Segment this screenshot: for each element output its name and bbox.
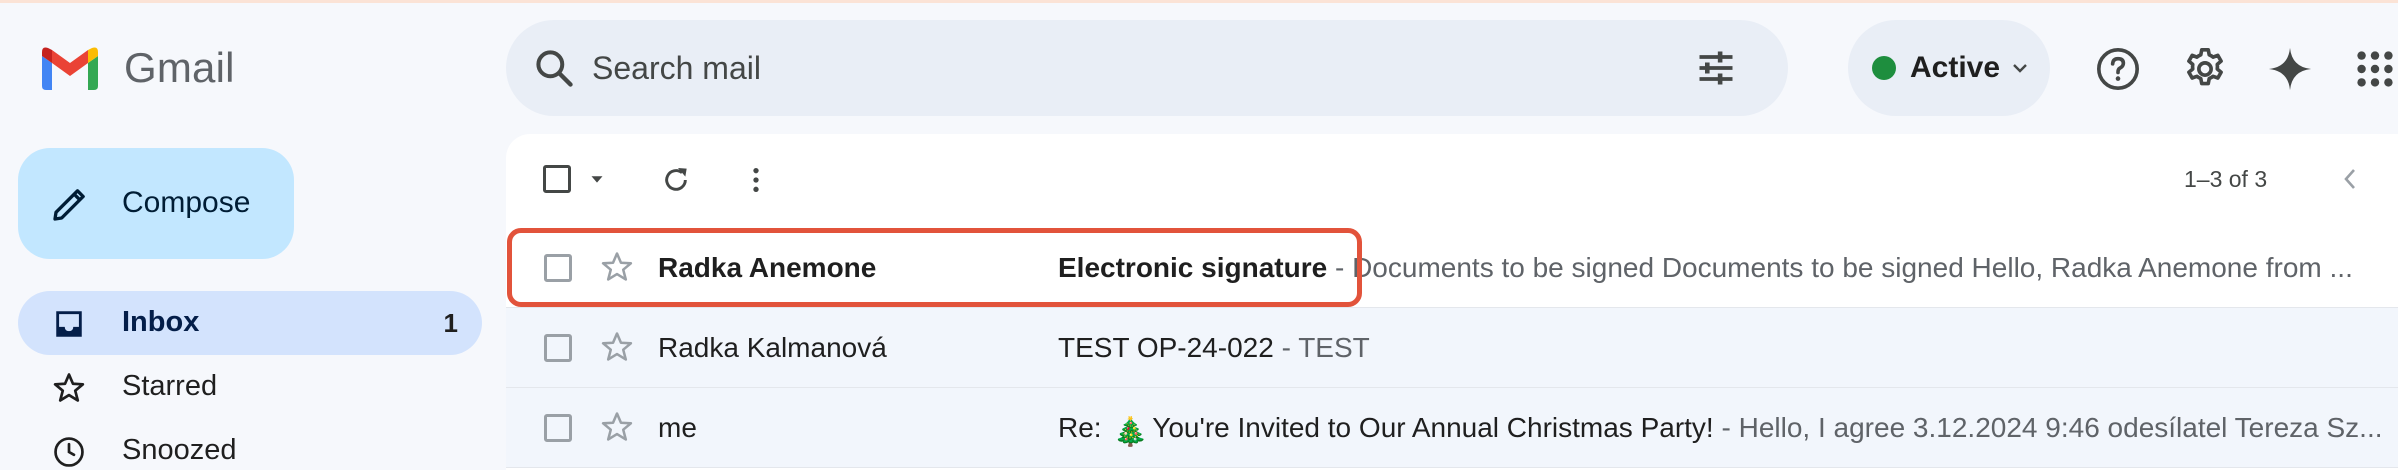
status-selector[interactable]: Active <box>1848 20 2050 116</box>
email-row[interactable]: me Re: 🎄 You're Invited to Our Annual Chr… <box>506 388 2398 468</box>
pencil-icon <box>53 189 85 221</box>
clock-icon <box>54 437 84 467</box>
star-icon[interactable] <box>600 330 634 364</box>
row-checkbox[interactable] <box>544 414 572 442</box>
status-label: Active <box>1910 51 2001 84</box>
star-icon <box>53 373 85 402</box>
email-snippet: Hello, I agree 3.12.2024 9:46 odesílatel… <box>1738 412 2383 443</box>
sidebar-item-label: Starred <box>122 370 218 402</box>
sidebar-item-label: Inbox <box>122 306 200 338</box>
apps-button[interactable] <box>2352 46 2398 92</box>
gemini-button[interactable] <box>2267 46 2313 92</box>
select-all-checkbox[interactable] <box>542 164 572 194</box>
email-subject: You're Invited to Our Annual Christmas P… <box>1152 412 1714 443</box>
unread-count-badge: 1 <box>443 308 458 338</box>
caret-down-icon <box>591 176 603 183</box>
sidebar-item-starred[interactable]: Starred <box>18 355 482 419</box>
sidebar-item-snoozed[interactable]: Snoozed <box>18 419 482 470</box>
email-content: Electronic signature - Documents to be s… <box>1058 252 2388 284</box>
inbox-icon <box>56 311 82 337</box>
gmail-m-icon <box>42 47 98 90</box>
gmail-logo[interactable]: Gmail <box>38 42 235 94</box>
email-sender: me <box>658 412 697 443</box>
select-dropdown-button[interactable] <box>584 166 610 192</box>
email-snippet: TEST <box>1298 332 1370 363</box>
search-options-icon[interactable] <box>1694 46 1738 90</box>
star-icon[interactable] <box>600 250 634 284</box>
email-snippet: Documents to be signed Documents to be s… <box>1352 252 2353 283</box>
star-icon[interactable] <box>600 410 634 444</box>
apps-icon <box>2357 51 2393 87</box>
sidebar-item-label: Snoozed <box>122 434 237 466</box>
gemini-icon <box>2268 47 2312 91</box>
email-content: Re: 🎄 You're Invited to Our Annual Christ… <box>1058 412 2388 448</box>
help-icon <box>2097 48 2139 90</box>
settings-icon <box>2187 48 2223 86</box>
email-separator: - <box>1273 332 1299 363</box>
search-icon[interactable] <box>532 46 576 90</box>
email-sender: Radka Kalmanová <box>658 332 887 363</box>
app-name: Gmail <box>124 44 235 91</box>
help-button[interactable] <box>2095 46 2141 92</box>
pagination-text: 1–3 of 3 <box>2184 166 2268 192</box>
refresh-icon <box>665 168 687 191</box>
top-accent-line <box>0 0 2398 3</box>
email-row[interactable]: Radka Kalmanová TEST OP-24-022 - TEST <box>506 308 2398 388</box>
compose-button[interactable]: Compose <box>18 148 294 259</box>
status-dot <box>1872 56 1896 80</box>
checkbox-box <box>543 165 571 193</box>
refresh-button[interactable] <box>656 160 696 200</box>
email-subject: Electronic signature <box>1058 252 1328 283</box>
settings-button[interactable] <box>2182 46 2228 92</box>
row-checkbox[interactable] <box>544 254 572 282</box>
email-subject: TEST OP-24-022 <box>1058 332 1274 363</box>
search-input[interactable] <box>592 40 1592 96</box>
email-subject-prefix: Re: <box>1058 412 1110 443</box>
chevron-left-icon[interactable] <box>2338 164 2362 194</box>
row-checkbox[interactable] <box>544 334 572 362</box>
sidebar-item-inbox[interactable]: Inbox 1 <box>18 291 482 355</box>
search-bar[interactable] <box>506 20 1788 116</box>
more-vert-icon <box>753 168 759 192</box>
email-sender: Radka Anemone <box>658 252 877 283</box>
email-content: TEST OP-24-022 - TEST <box>1058 332 2388 364</box>
compose-label: Compose <box>122 186 251 219</box>
more-options-button[interactable] <box>740 160 772 200</box>
christmas-tree-icon: 🎄 <box>1113 416 1149 447</box>
email-separator: - <box>1713 412 1739 443</box>
email-row[interactable]: Radka Anemone Electronic signature - Doc… <box>506 228 2398 308</box>
email-separator: - <box>1327 252 1353 283</box>
chevron-down-icon <box>2013 64 2027 73</box>
